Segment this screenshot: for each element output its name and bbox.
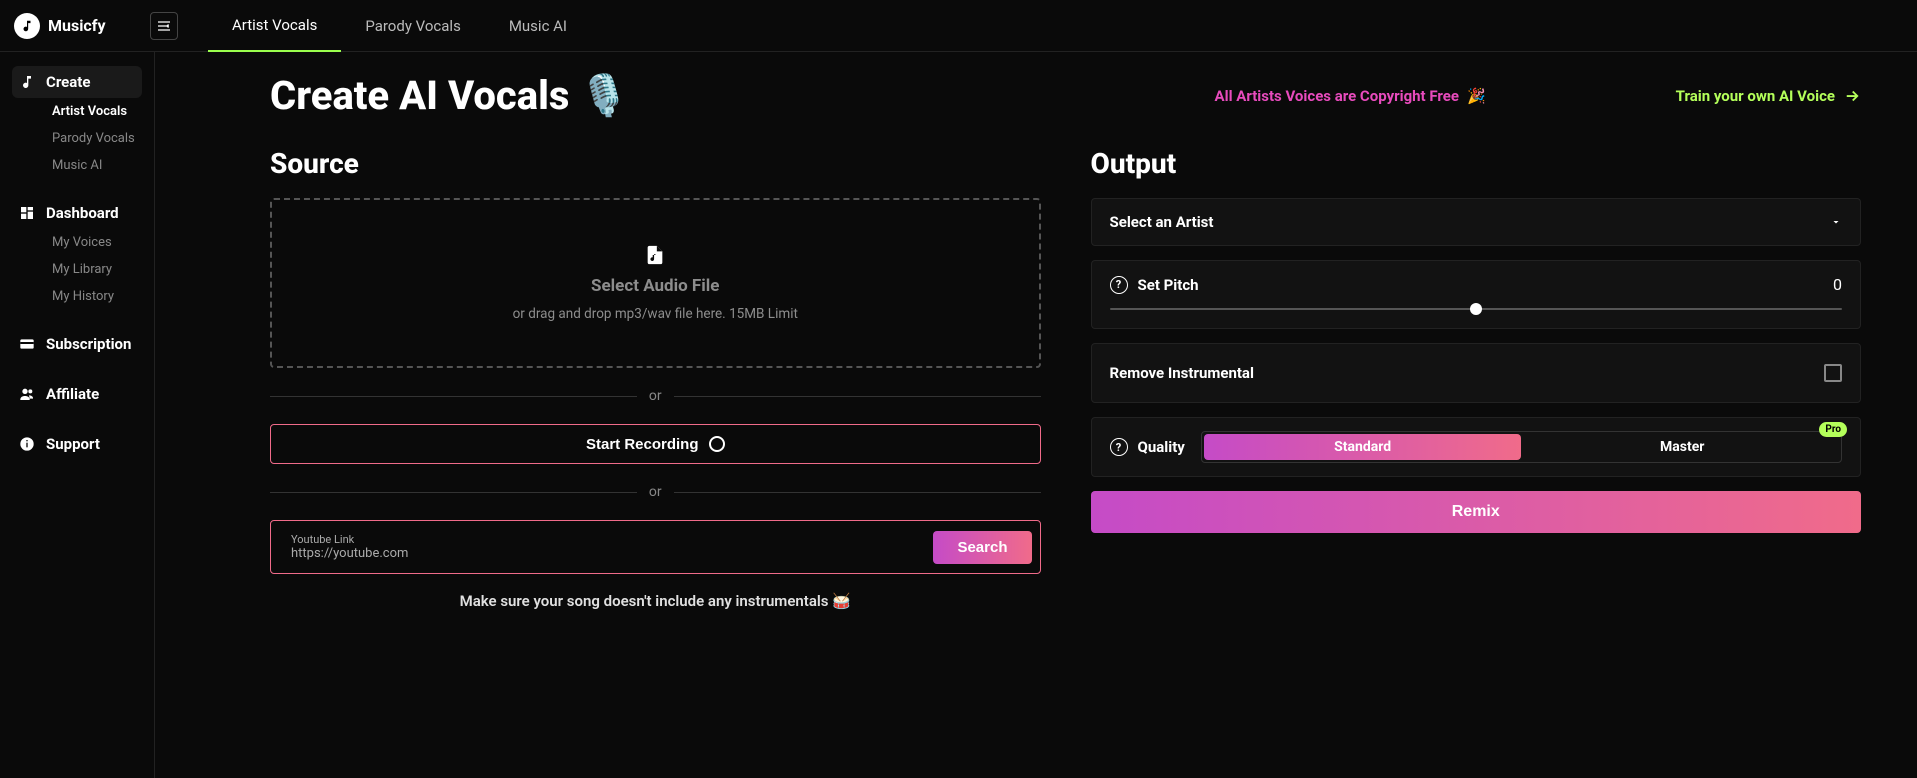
sidebar-label: Affiliate <box>46 385 99 403</box>
pitch-label: Set Pitch <box>1138 276 1199 294</box>
slider-thumb[interactable] <box>1470 303 1482 315</box>
drum-icon: 🥁 <box>832 592 851 610</box>
quality-card: ? Quality Standard Master Pro <box>1091 417 1862 477</box>
output-column: Output Select an Artist ? Set Pitch 0 <box>1091 147 1862 610</box>
quality-standard[interactable]: Standard <box>1204 434 1522 460</box>
dropzone-subtitle: or drag and drop mp3/wav file here. 15MB… <box>513 306 798 322</box>
quality-master[interactable]: Master <box>1523 432 1841 462</box>
link-label: Train your own AI Voice <box>1676 87 1835 105</box>
brand-name: Musicfy <box>48 16 106 35</box>
help-icon[interactable]: ? <box>1110 438 1128 456</box>
remove-instrumental-card: Remove Instrumental <box>1091 343 1862 403</box>
select-label: Select an Artist <box>1110 213 1214 231</box>
divider-or: or <box>270 388 1041 404</box>
audio-dropzone[interactable]: Select Audio File or drag and drop mp3/w… <box>270 198 1041 368</box>
start-recording-button[interactable]: Start Recording <box>270 424 1041 464</box>
sidebar-item-my-voices[interactable]: My Voices <box>12 229 142 256</box>
divider-or: or <box>270 484 1041 500</box>
quality-label: Quality <box>1138 438 1185 456</box>
select-artist-dropdown[interactable]: Select an Artist <box>1091 198 1862 246</box>
pitch-slider[interactable] <box>1110 308 1843 310</box>
youtube-label: Youtube Link <box>291 533 933 546</box>
sidebar-label: Support <box>46 435 100 453</box>
page-title: Create AI Vocals 🎙️ <box>270 72 629 119</box>
topbar: Musicfy Artist Vocals Parody Vocals Musi… <box>0 0 1917 52</box>
source-heading: Source <box>270 147 1041 180</box>
sidebar-section-affiliate[interactable]: Affiliate <box>12 378 142 410</box>
sidebar-label: Dashboard <box>46 204 119 222</box>
sidebar: Create Artist Vocals Parody Vocals Music… <box>0 52 155 778</box>
arrow-right-icon <box>1843 87 1861 105</box>
output-heading: Output <box>1091 147 1862 180</box>
pro-badge: Pro <box>1819 422 1847 437</box>
music-note-icon <box>18 74 36 90</box>
copyright-free-link[interactable]: All Artists Voices are Copyright Free 🎉 <box>1215 87 1486 105</box>
button-label: Start Recording <box>586 436 699 453</box>
sidebar-label: Create <box>46 73 90 91</box>
sidebar-section-create[interactable]: Create <box>12 66 142 98</box>
record-icon <box>709 436 725 452</box>
youtube-input[interactable]: Youtube Link https://youtube.com <box>291 533 933 561</box>
sidebar-section-support[interactable]: Support <box>12 428 142 460</box>
pitch-value: 0 <box>1833 275 1842 294</box>
instrumental-note: Make sure your song doesn't include any … <box>270 592 1041 610</box>
info-icon <box>18 436 36 452</box>
main-content: Create AI Vocals 🎙️ All Artists Voices a… <box>155 52 1917 778</box>
sidebar-section-subscription[interactable]: Subscription <box>12 328 142 360</box>
link-label: All Artists Voices are Copyright Free <box>1215 87 1459 105</box>
sidebar-item-artist-vocals[interactable]: Artist Vocals <box>12 98 142 125</box>
top-tabs: Artist Vocals Parody Vocals Music AI <box>208 0 591 52</box>
page-title-text: Create AI Vocals <box>270 72 569 119</box>
remove-instrumental-checkbox[interactable] <box>1824 364 1842 382</box>
logo-icon <box>14 13 40 39</box>
sidebar-item-my-history[interactable]: My History <box>12 283 142 310</box>
tab-artist-vocals[interactable]: Artist Vocals <box>208 0 341 52</box>
source-column: Source Select Audio File or drag and dro… <box>270 147 1041 610</box>
search-button[interactable]: Search <box>933 531 1031 564</box>
sidebar-item-my-library[interactable]: My Library <box>12 256 142 283</box>
audio-file-icon <box>644 244 666 266</box>
dropzone-title: Select Audio File <box>591 276 719 296</box>
help-icon[interactable]: ? <box>1110 276 1128 294</box>
chevron-down-icon <box>1830 216 1842 228</box>
sidebar-item-parody-vocals[interactable]: Parody Vocals <box>12 125 142 152</box>
youtube-placeholder: https://youtube.com <box>291 546 933 561</box>
sidebar-section-dashboard[interactable]: Dashboard <box>12 197 142 229</box>
remove-instrumental-label: Remove Instrumental <box>1110 364 1254 382</box>
tab-music-ai[interactable]: Music AI <box>485 0 591 52</box>
microphone-icon: 🎙️ <box>579 72 629 119</box>
party-icon: 🎉 <box>1467 87 1486 105</box>
tab-parody-vocals[interactable]: Parody Vocals <box>341 0 484 52</box>
pitch-card: ? Set Pitch 0 <box>1091 260 1862 329</box>
youtube-link-row: Youtube Link https://youtube.com Search <box>270 520 1041 574</box>
remix-button[interactable]: Remix <box>1091 491 1862 533</box>
train-voice-link[interactable]: Train your own AI Voice <box>1676 87 1861 105</box>
quality-segmented: Standard Master Pro <box>1201 431 1842 463</box>
dashboard-icon <box>18 205 36 221</box>
sidebar-label: Subscription <box>46 335 131 353</box>
card-icon <box>18 336 36 352</box>
sidebar-item-music-ai[interactable]: Music AI <box>12 152 142 179</box>
brand[interactable]: Musicfy <box>14 13 154 39</box>
sidebar-toggle[interactable] <box>150 12 178 40</box>
people-icon <box>18 386 36 402</box>
